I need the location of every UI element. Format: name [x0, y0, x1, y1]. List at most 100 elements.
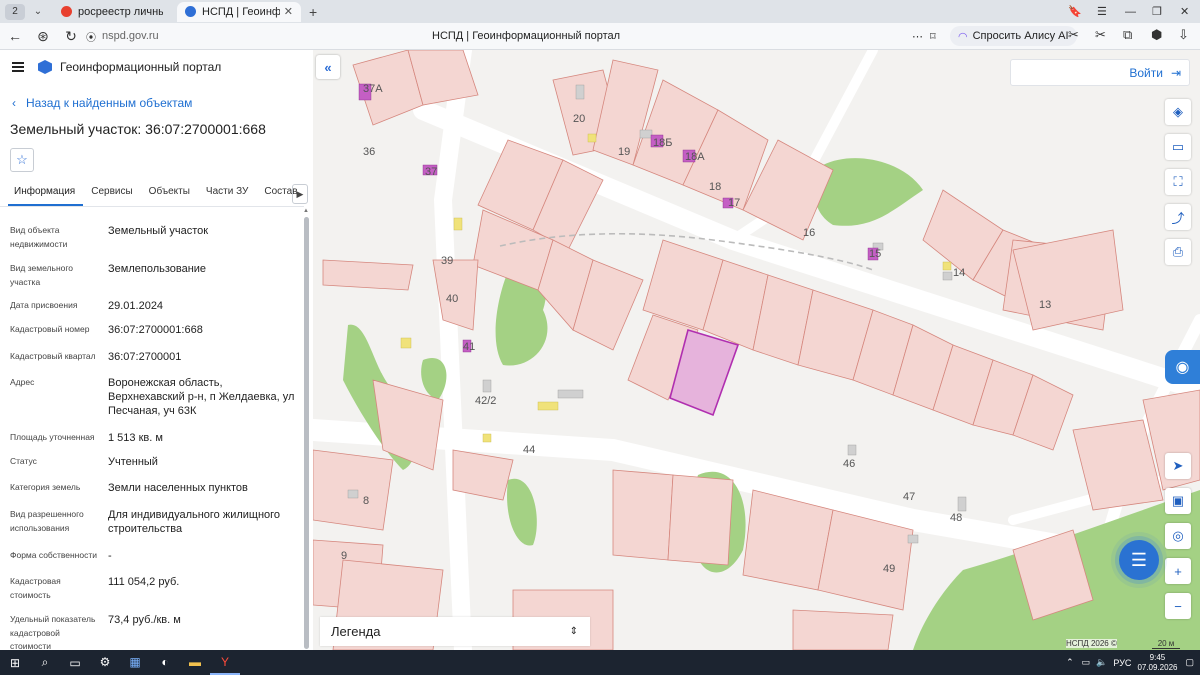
downloads-icon[interactable]: ⇩ — [1178, 27, 1189, 43]
system-tray: ⌃ ▭ 🔈 РУС 9:45 07.09.2026 ▢ — [1066, 650, 1200, 675]
extension-icon[interactable]: ✂ — [1095, 27, 1106, 43]
tab-services[interactable]: Сервисы — [83, 180, 140, 206]
panel-scrollbar[interactable]: ▲ — [303, 208, 309, 649]
basemap-button[interactable]: ▣ — [1165, 488, 1191, 514]
house-number-label: 46 — [843, 458, 855, 470]
lock-icon: ⦿ — [86, 32, 96, 44]
ask-alice-button[interactable]: ◠ Спросить Алису AI — [950, 26, 1077, 46]
task-view-icon[interactable]: ▭ — [60, 650, 90, 675]
tab-parts[interactable]: Части ЗУ — [198, 180, 256, 206]
map-scale: 20 м — [1152, 639, 1180, 649]
browser-tab-rosreestr[interactable]: росреестр личный кабинет — [53, 2, 171, 22]
zoom-out-button[interactable]: − — [1165, 593, 1191, 619]
select-area-icon: ⛶ — [1173, 174, 1183, 189]
attribute-label: Удельный показатель кадастровой стоимост… — [10, 614, 96, 650]
hamburger-menu-icon[interactable] — [12, 62, 24, 72]
navigation-arrow-icon: ➤ — [1172, 458, 1184, 473]
house-number-label: 9 — [341, 550, 347, 562]
search-icon[interactable]: ⌕ — [30, 650, 60, 675]
attribute-value: 36:07:2700001:668 — [108, 324, 203, 336]
map-canvas: 37А 20 36 19 18Б 18А 37 18 17 16 15 39 14 13 40 41 42/2 4… — [313, 50, 1200, 650]
chat-icon: ☰ — [1130, 549, 1148, 570]
house-number-label: 8 — [363, 495, 369, 507]
close-window-icon[interactable]: ✕ — [1180, 0, 1189, 23]
zoom-in-button[interactable]: + — [1165, 558, 1191, 584]
chat-button[interactable]: ☰ — [1119, 540, 1159, 580]
clock[interactable]: 9:45 07.09.2026 — [1137, 653, 1177, 673]
nspd-logo-icon — [38, 60, 52, 74]
yandex-browser-icon[interactable]: Y — [210, 650, 240, 675]
attribute-label: Дата присвоения — [10, 300, 78, 310]
yandex-protect-icon[interactable]: ⊛ — [32, 25, 54, 47]
house-number-label: 19 — [618, 146, 630, 158]
network-icon[interactable]: ▭ — [1082, 657, 1091, 668]
language-indicator[interactable]: РУС — [1113, 658, 1131, 668]
volume-icon[interactable]: 🔈 — [1096, 657, 1107, 668]
select-area-tool-button[interactable]: ⛶ — [1165, 169, 1191, 195]
share-tool-button[interactable]: ⤴ — [1165, 204, 1191, 230]
notifications-icon[interactable]: ▢ — [1185, 657, 1194, 668]
back-to-results-link[interactable]: ‹ Назад к найденным объектам — [12, 96, 192, 110]
chevron-left-icon: ‹ — [12, 96, 16, 110]
url-field[interactable]: ⦿ nspd.gov.ru НСПД | Геоинформационный п… — [86, 26, 946, 46]
alice-icon: ◠ — [958, 30, 968, 43]
minimize-icon[interactable]: — — [1125, 0, 1136, 23]
bookmark-page-icon[interactable]: ⌑ — [930, 30, 936, 43]
reload-icon[interactable]: ↻ — [60, 25, 82, 47]
scroll-thumb[interactable] — [304, 217, 309, 649]
legend-toggle[interactable]: Легенда ⇕ — [320, 617, 590, 646]
geolocation-button[interactable]: ◎ — [1165, 523, 1191, 549]
close-tab-icon[interactable]: ✕ — [284, 5, 293, 18]
app-icon[interactable]: ▦ — [120, 650, 150, 675]
browser-app-icon[interactable]: ◐ — [150, 650, 180, 675]
alice-label: Спросить Алису AI — [972, 30, 1069, 42]
maximize-icon[interactable]: ❐ — [1152, 0, 1162, 23]
attribute-value: 111 054,2 руб. — [108, 576, 180, 588]
attribute-label: Форма собственности — [10, 550, 97, 560]
more-icon[interactable]: ⋯ — [912, 30, 923, 43]
tab-information[interactable]: Информация — [8, 180, 84, 206]
print-tool-button[interactable]: ⎙ — [1165, 239, 1191, 265]
attribute-value: Воронежская область, Верхнехавский р-н, … — [108, 377, 295, 417]
login-button[interactable]: Войти ⇥ — [1010, 59, 1190, 86]
house-number-label: 16 — [803, 227, 815, 239]
attribute-value: Земельный участок — [108, 225, 209, 237]
yandex-favicon-icon — [61, 6, 72, 17]
locate-button[interactable]: ➤ — [1165, 453, 1191, 479]
attribute-value: Землепользование — [108, 263, 207, 275]
nspd-favicon-icon — [185, 6, 196, 17]
clock-date: 07.09.2026 — [1137, 662, 1178, 672]
file-explorer-icon[interactable]: ▬ — [180, 650, 210, 675]
bookmark-icon[interactable]: 🔖 — [1068, 0, 1082, 23]
tab-objects[interactable]: Объекты — [141, 180, 198, 206]
house-number-label: 15 — [869, 248, 881, 260]
scroll-up-icon: ▲ — [303, 208, 309, 214]
basemap-icon: ▣ — [1171, 493, 1185, 508]
extension-icon[interactable]: ⬢ — [1151, 27, 1162, 43]
assistant-icon: ◉ — [1175, 359, 1190, 376]
house-number-label: 18А — [685, 151, 705, 163]
house-number-label: 18 — [709, 181, 721, 193]
extension-icon[interactable]: ✂ — [1068, 27, 1079, 43]
menu-icon[interactable]: ☰ — [1097, 0, 1107, 23]
assistant-widget-button[interactable]: ◉ — [1165, 350, 1200, 384]
browser-tab-nspd[interactable]: НСПД | Геоинформационный портал ✕ — [177, 1, 301, 22]
house-number-label: 44 — [523, 444, 535, 456]
back-link-label: Назад к найденным объектам — [26, 96, 193, 110]
collapse-panel-button[interactable]: « — [316, 55, 340, 79]
add-favorite-button[interactable]: ☆ — [10, 148, 34, 172]
tab-list-chevron-icon[interactable]: ⌄ — [29, 6, 47, 17]
settings-gear-icon[interactable]: ⚙ — [90, 650, 120, 675]
cadastral-map[interactable]: 37А 20 36 19 18Б 18А 37 18 17 16 15 39 14 13 40 41 42/2 4… — [313, 50, 1200, 650]
back-arrow-icon[interactable]: ← — [4, 25, 26, 47]
windows-start-icon[interactable]: ⊞ — [0, 650, 30, 675]
new-tab-icon[interactable]: + — [309, 4, 317, 20]
layers-tool-button[interactable]: ◈ — [1165, 99, 1191, 125]
attribute-label: Категория земель — [10, 482, 81, 492]
extensions-puzzle-icon[interactable]: ⧉ — [1123, 27, 1132, 43]
ruler-tool-button[interactable]: ▭ — [1165, 134, 1191, 160]
tab-counter[interactable]: 2 — [5, 3, 25, 20]
house-number-label: 42/2 — [475, 395, 496, 407]
tabs-scroll-right-button[interactable]: ▶ — [292, 184, 308, 204]
chevron-up-icon[interactable]: ⌃ — [1066, 657, 1074, 668]
